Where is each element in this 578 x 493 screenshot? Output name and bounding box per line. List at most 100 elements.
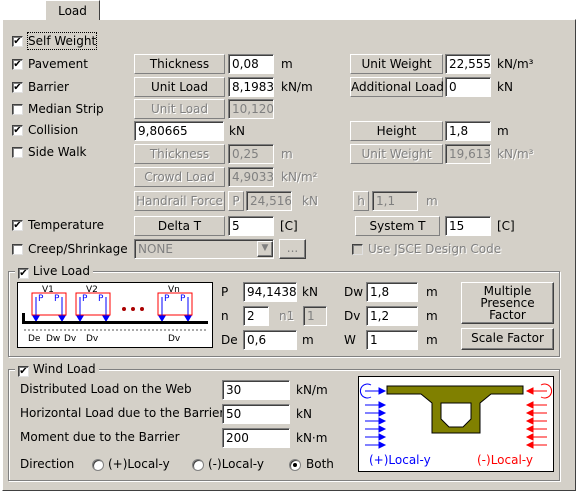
live-de-input[interactable]: 0,6 xyxy=(243,330,297,350)
temperature-label: Temperature xyxy=(28,218,105,232)
live-load-checkbox[interactable]: ✔ xyxy=(18,268,29,279)
side-walk-unit-weight-input[interactable]: 19,6133 xyxy=(445,144,491,164)
temperature-checkbox[interactable]: ✔ xyxy=(12,220,23,231)
wind-load-title: ✔ Wind Load xyxy=(15,362,99,377)
delta-t-input[interactable]: 5 xyxy=(228,216,274,236)
collision-unit: kN xyxy=(229,124,245,138)
wind-arrowhead-minus xyxy=(525,425,534,433)
barrier-unit-load-input[interactable]: 8,19835 xyxy=(228,77,274,97)
scale-factor-button[interactable]: Scale Factor xyxy=(461,328,554,350)
collision-input[interactable]: 9,80665 xyxy=(134,121,224,141)
wind-arrowhead-minus xyxy=(525,433,534,441)
direction-both-radio[interactable] xyxy=(289,459,301,471)
median-strip-unit-load-input[interactable]: 10,1204 xyxy=(228,99,274,119)
wind-arrowhead-plus xyxy=(378,401,387,409)
creep-checkbox[interactable] xyxy=(12,244,23,255)
wind-distributed-input[interactable]: 30 xyxy=(222,380,290,400)
side-walk-thickness-input[interactable]: 0,25 xyxy=(228,144,274,164)
side-walk-checkbox[interactable] xyxy=(12,147,23,158)
live-de-unit: m xyxy=(302,333,314,347)
live-dw-input[interactable]: 1,8 xyxy=(366,282,418,302)
wind-distributed-label: Distributed Load on the Web xyxy=(20,382,192,396)
median-strip-checkbox[interactable] xyxy=(12,104,23,115)
chevron-down-icon[interactable]: ▼ xyxy=(257,241,273,257)
live-dv-input[interactable]: 1,2 xyxy=(366,306,418,326)
diagram-arrowhead xyxy=(102,315,110,322)
diagram-de: De xyxy=(28,334,41,344)
handrail-p-input[interactable]: 24,5166 xyxy=(246,191,292,211)
diagram-p: P xyxy=(38,294,44,304)
barrier-additional-load-input[interactable]: 0 xyxy=(445,77,491,97)
collision-height-unit: m xyxy=(497,124,509,138)
creep-select[interactable]: NONE xyxy=(134,239,274,259)
wind-horizontal-input[interactable]: 50 xyxy=(222,404,290,424)
crowd-load-label: Crowd Load xyxy=(134,167,225,187)
pavement-checkbox[interactable]: ✔ xyxy=(12,59,23,70)
pavement-unit-weight-label: Unit Weight xyxy=(350,54,443,74)
live-dw-unit: m xyxy=(426,285,438,299)
barrier-additional-load-label: Additional Load xyxy=(350,77,444,97)
crowd-load-unit: kN/m² xyxy=(281,170,318,184)
collision-height-label: Height xyxy=(350,121,443,141)
live-load-diagram-svg: V1 V2 Vn P P P P P P De Dw Dv Dv Dv xyxy=(22,285,208,344)
pavement-unit-weight-input[interactable]: 22,5552 xyxy=(445,54,491,74)
direction-plus-radio[interactable] xyxy=(92,459,104,471)
direction-minus-radio[interactable] xyxy=(192,459,204,471)
system-t-input[interactable]: 15 xyxy=(445,216,491,236)
collision-checkbox[interactable]: ✔ xyxy=(12,125,23,136)
wind-arrowhead-minus xyxy=(525,409,534,417)
wind-arrowhead-minus xyxy=(525,387,534,395)
jsce-checkbox[interactable] xyxy=(352,244,363,255)
wind-moment-label: Moment due to the Barrier xyxy=(20,430,180,444)
pavement-thickness-label: Thickness xyxy=(134,54,225,74)
handrail-h-label: h xyxy=(353,191,369,211)
collision-height-input[interactable]: 1,8 xyxy=(445,121,491,141)
tab-load[interactable]: Load xyxy=(45,0,100,20)
diagram-dv: Dv xyxy=(86,334,99,344)
delta-t-unit: [C] xyxy=(280,219,298,233)
live-dv-unit: m xyxy=(426,309,438,323)
diagram-p: P xyxy=(164,294,170,304)
live-p-input[interactable]: 94,14384 xyxy=(243,282,297,302)
barrier-unit-load-unit: kN/m xyxy=(281,80,313,94)
crowd-load-input[interactable]: 4,90332 xyxy=(228,167,274,187)
diagram-p: P xyxy=(54,294,60,304)
live-n1-input[interactable]: 1 xyxy=(303,306,327,326)
diagram-arrowhead xyxy=(58,315,66,322)
live-dw-label: Dw xyxy=(344,285,364,299)
handrail-p-label: P xyxy=(228,191,244,211)
diagram-curb xyxy=(22,313,25,323)
wind-horizontal-label: Horizontal Load due to the Barrier xyxy=(20,406,225,420)
wind-load-checkbox[interactable]: ✔ xyxy=(18,366,29,377)
diagram-arrowhead xyxy=(76,315,84,322)
pavement-label: Pavement xyxy=(28,57,88,71)
live-w-input[interactable]: 1 xyxy=(366,330,418,350)
handrail-h-input[interactable]: 1,1 xyxy=(372,191,418,211)
live-load-title: ✔ Live Load xyxy=(15,264,93,279)
wind-moment-unit: kN·m xyxy=(296,431,328,445)
diagram-ellipsis-dot xyxy=(140,307,144,311)
live-w-label: W xyxy=(344,333,356,347)
median-strip-unit-load-label: Unit Load xyxy=(134,99,225,119)
diagram-vn: Vn xyxy=(168,285,180,295)
delta-t-label: Delta T xyxy=(134,216,225,236)
wind-moment-input[interactable]: 200 xyxy=(222,428,290,448)
handrail-force-label: Handrail Force xyxy=(134,191,225,211)
live-w-unit: m xyxy=(426,333,438,347)
barrier-checkbox[interactable]: ✔ xyxy=(12,82,23,93)
diagram-dv: Dv xyxy=(64,334,77,344)
live-n-input[interactable]: 2 xyxy=(243,306,269,326)
multiple-presence-factor-button[interactable]: Multiple Presence Factor xyxy=(461,282,554,324)
self-weight-checkbox[interactable]: ✔ xyxy=(12,36,23,47)
live-p-label: P xyxy=(221,285,229,299)
pavement-unit-weight-unit: kN/m³ xyxy=(497,57,534,71)
pavement-thickness-input[interactable]: 0,08 xyxy=(228,54,274,74)
wind-arrowhead-plus xyxy=(378,417,387,425)
system-t-unit: [C] xyxy=(497,219,515,233)
creep-browse-button[interactable]: ... xyxy=(279,239,306,259)
collision-label: Collision xyxy=(28,123,79,137)
barrier-additional-load-unit: kN xyxy=(497,80,513,94)
side-walk-unit-weight-unit: kN/m³ xyxy=(497,147,534,161)
direction-minus-label: (-)Local-y xyxy=(208,457,265,471)
diagram-dv: Dv xyxy=(168,334,181,344)
